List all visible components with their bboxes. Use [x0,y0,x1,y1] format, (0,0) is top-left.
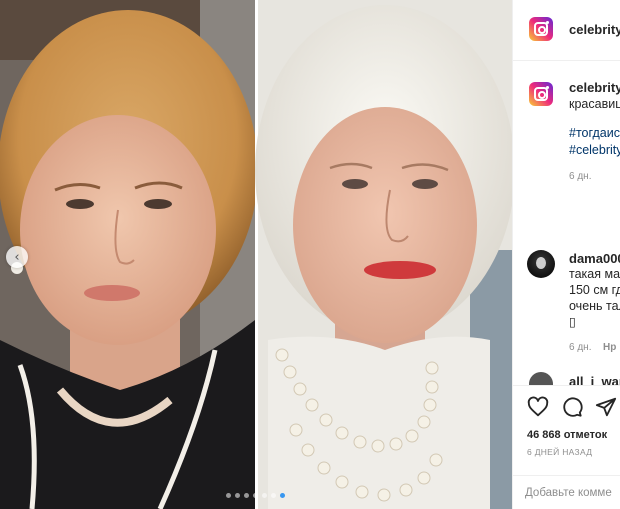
carousel-dot [235,493,240,498]
post-media[interactable]: ‹ [0,0,512,509]
comment-icon[interactable] [561,396,583,418]
carousel-dot [262,493,267,498]
instagram-icon[interactable] [529,17,553,41]
right-photo [255,0,512,509]
comment-input[interactable] [525,484,620,502]
comment-timestamp[interactable]: 6 дн. [569,342,591,353]
caption-username[interactable]: celebrity_ [569,80,620,95]
hashtag-link[interactable]: #тогдаис [569,126,620,140]
commenter-avatar[interactable] [529,372,553,386]
share-icon[interactable] [595,396,617,418]
chevron-left-icon: ‹ [14,249,20,265]
caption-timestamp[interactable]: 6 дн. [569,171,591,182]
post-header: celebrity_ [513,0,620,61]
commenter-avatar[interactable] [527,250,555,278]
carousel-prev-button[interactable]: ‹ [6,246,28,268]
carousel-dot [271,493,276,498]
hashtag-link[interactable]: #celebrity [569,143,620,157]
comment-text-line: 150 см гд [569,283,620,297]
caption-text: красавиц [569,97,620,111]
carousel-dot [253,493,258,498]
carousel-dot [226,493,231,498]
post-side-panel: celebrity_ celebrity_ красавиц #тогдаис … [512,0,620,509]
caption-author-avatar[interactable] [529,82,553,106]
post-author-username[interactable]: celebrity_ [569,22,620,37]
left-photo [0,0,258,509]
likes-count[interactable]: 46 868 отметок [527,429,607,441]
comment-emoji: ▯ [569,315,576,329]
photo-collage [0,0,512,509]
add-comment-bar [513,475,620,509]
comment-text-line: очень тал [569,299,620,313]
carousel-dot [280,493,285,498]
comment-username[interactable]: dama000 [569,251,620,266]
heart-icon[interactable] [527,396,549,418]
carousel-dots [226,493,285,498]
post-timestamp[interactable]: 6 ДНЕЙ НАЗАД [527,447,592,457]
reply-button[interactable]: Нр [603,342,616,353]
carousel-dot [244,493,249,498]
comment-text-line: такая мал [569,267,620,281]
post-actions: 46 868 отметок 6 ДНЕЙ НАЗАД [513,385,620,509]
